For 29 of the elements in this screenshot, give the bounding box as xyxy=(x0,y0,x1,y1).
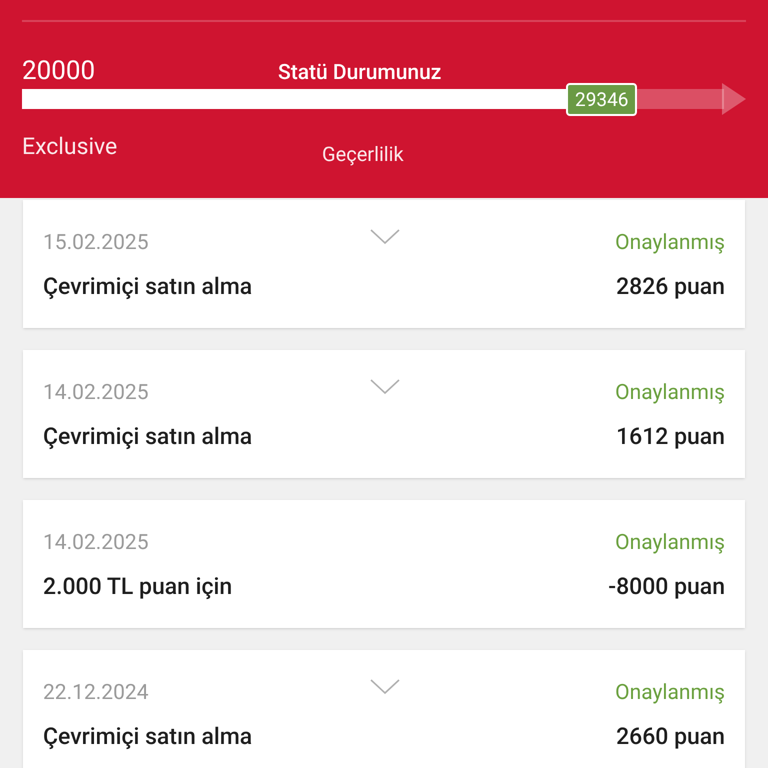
transaction-date: 15.02.2025 xyxy=(43,230,148,257)
status-title: Statü Durumunuz xyxy=(278,63,442,84)
points-amount: 2660 puan xyxy=(616,722,725,752)
points-amount: -8000 puan xyxy=(608,572,725,602)
transaction-card[interactable]: 14.02.2025 Onaylanmış Çevrimiçi satın alma 1612 puan xyxy=(23,350,745,478)
chevron-down-icon[interactable] xyxy=(370,379,400,395)
transaction-card[interactable]: 22.12.2024 Onaylanmış Çevrimiçi satın alma 2660 puan xyxy=(23,650,745,768)
transaction-date: 14.02.2025 xyxy=(43,530,148,557)
transaction-date: 14.02.2025 xyxy=(43,380,148,407)
transaction-status: Onaylanmış xyxy=(615,380,725,407)
points-amount: 1612 puan xyxy=(616,422,725,452)
transaction-status: Onaylanmış xyxy=(615,680,725,707)
transaction-card[interactable]: 14.02.2025 Onaylanmış 2.000 TL puan için -8000 puan xyxy=(23,500,745,628)
transaction-date: 22.12.2024 xyxy=(43,680,148,707)
chevron-down-icon[interactable] xyxy=(370,679,400,695)
transaction-status: Onaylanmış xyxy=(615,530,725,557)
current-points-badge: 29346 xyxy=(566,82,638,116)
arrow-head-icon xyxy=(722,83,746,115)
transaction-description: Çevrimiçi satın alma xyxy=(43,272,252,302)
chevron-down-icon[interactable] xyxy=(370,229,400,245)
tier-label: Exclusive xyxy=(22,132,118,162)
validity-label: Geçerlilik xyxy=(322,140,404,168)
transaction-description: Çevrimiçi satın alma xyxy=(43,422,252,452)
transaction-description: 2.000 TL puan için xyxy=(43,572,232,602)
transaction-description: Çevrimiçi satın alma xyxy=(43,722,252,752)
points-amount: 2826 puan xyxy=(616,272,725,302)
transaction-card[interactable]: 15.02.2025 Onaylanmış Çevrimiçi satın alma 2826 puan xyxy=(23,200,745,328)
min-points-value: 20000 xyxy=(22,58,96,84)
transaction-status: Onaylanmış xyxy=(615,230,725,257)
